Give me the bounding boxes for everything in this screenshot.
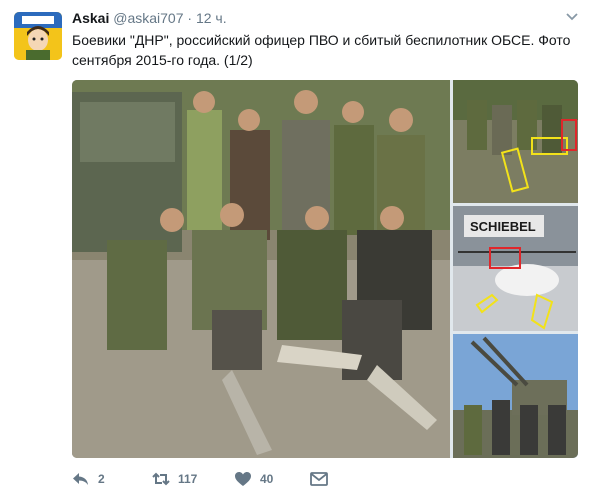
tweet-header: Askai @askai707 · 12 ч. <box>72 10 227 26</box>
avatar-image <box>14 12 62 60</box>
envelope-icon <box>310 472 328 486</box>
reply-icon <box>73 473 88 485</box>
photo-middle-right[interactable]: SCHIEBEL <box>453 206 578 331</box>
photo-bottom-right[interactable] <box>453 334 578 458</box>
tweet: Askai @askai707 · 12 ч. Боевики "ДНР", р… <box>0 0 591 498</box>
tweet-text: Боевики "ДНР", российский офицер ПВО и с… <box>72 32 571 68</box>
avatar[interactable] <box>14 12 62 60</box>
main-photo[interactable] <box>72 80 450 458</box>
like-count: 40 <box>260 472 274 486</box>
author-handle[interactable]: @askai707 <box>113 10 183 26</box>
tweet-media[interactable]: SCHIEBEL <box>72 80 578 458</box>
retweet-count: 117 <box>178 472 198 486</box>
photo-top-right[interactable] <box>453 80 578 203</box>
photo-collage: SCHIEBEL <box>72 80 578 458</box>
retweet-button[interactable]: 117 <box>152 468 197 490</box>
chevron-down-icon[interactable] <box>565 10 579 24</box>
separator: · <box>187 10 193 26</box>
like-button[interactable]: 40 <box>234 468 273 490</box>
reply-count: 2 <box>98 472 105 486</box>
heart-icon <box>235 472 251 486</box>
retweet-icon <box>152 472 170 486</box>
reply-button[interactable]: 2 <box>72 468 105 490</box>
tweet-time[interactable]: 12 ч. <box>196 10 227 26</box>
author-name[interactable]: Askai <box>72 10 109 26</box>
message-button[interactable] <box>310 468 336 490</box>
sign-text: SCHIEBEL <box>470 219 536 234</box>
